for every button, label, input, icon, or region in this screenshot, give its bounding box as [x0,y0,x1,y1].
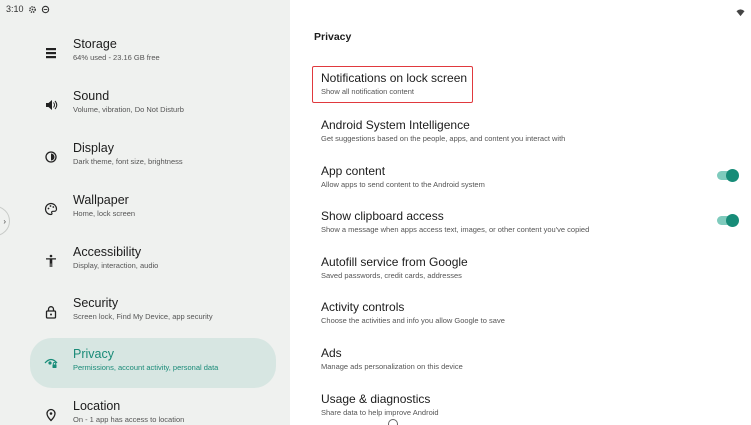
pref-title: Autofill service from Google [321,255,468,269]
pref-subtitle: Share data to help improve Android [321,408,439,417]
sidebar-item-title: Storage [73,37,117,51]
pref-title: Activity controls [321,300,405,314]
sidebar-item-subtitle: Volume, vibration, Do Not Disturb [73,105,184,114]
clipboard-access-toggle[interactable] [717,213,739,227]
brightness-icon [44,150,58,164]
toggle-knob [726,168,739,182]
status-time: 3:10 [6,4,24,14]
accessibility-icon [44,254,58,268]
sidebar-item-subtitle: On - 1 app has access to location [73,415,185,424]
sidebar-item-storage[interactable]: Storage 64% used - 23.16 GB free [30,28,276,78]
sidebar-item-subtitle: 64% used - 23.16 GB free [73,53,160,62]
pref-show-clipboard-access[interactable]: Show clipboard access Show a message whe… [321,209,751,245]
pref-title: App content [321,164,386,178]
pref-title: Ads [321,346,342,360]
pref-activity-controls[interactable]: Activity controls Choose the activities … [321,300,751,336]
sidebar-item-title: Privacy [73,347,114,361]
sidebar-item-accessibility[interactable]: Accessibility Display, interaction, audi… [30,236,276,286]
pref-subtitle: Get suggestions based on the people, app… [321,134,566,143]
sidebar-item-subtitle: Home, lock screen [73,209,136,218]
pref-subtitle: Choose the activities and info you allow… [321,316,505,325]
wifi-icon [736,9,745,17]
pref-subtitle: Allow apps to send content to the Androi… [321,180,485,189]
sidebar-item-subtitle: Display, interaction, audio [73,261,159,270]
sidebar-item-security[interactable]: Security Screen lock, Find My Device, ap… [30,287,276,337]
sidebar-item-subtitle: Dark theme, font size, brightness [73,157,183,166]
palette-icon [44,202,58,216]
status-icons [736,4,745,22]
pref-autofill-service[interactable]: Autofill service from Google Saved passw… [321,255,751,291]
chevron-right-icon: › [3,216,6,226]
gear-icon [28,5,36,13]
sync-icon [41,5,49,13]
pref-title: Notifications on lock screen [321,71,468,85]
pref-subtitle: Manage ads personalization on this devic… [321,362,463,371]
privacy-settings-pane: Privacy Notifications on lock screen Sho… [290,0,751,425]
volume-icon [44,98,58,112]
pref-subtitle: Saved passwords, credit cards, addresses [321,271,462,280]
sidebar-item-title: Display [73,141,114,155]
sidebar-item-title: Sound [73,89,110,103]
sidebar-item-privacy[interactable]: Privacy Permissions, account activity, p… [30,338,276,388]
sidebar-item-wallpaper[interactable]: Wallpaper Home, lock screen [30,184,276,234]
pref-title: Android System Intelligence [321,118,470,132]
location-pin-icon [44,408,58,422]
storage-icon [44,46,58,60]
app-content-toggle[interactable] [717,168,739,182]
pref-notifications-lock-screen[interactable]: Notifications on lock screen Show all no… [312,66,473,103]
page-title: Privacy [314,31,352,43]
sidebar-item-title: Location [73,399,121,413]
pref-title: Show clipboard access [321,209,444,223]
sidebar-item-subtitle: Screen lock, Find My Device, app securit… [73,312,213,321]
status-bar: 3:10 [0,0,290,18]
pref-usage-diagnostics[interactable]: Usage & diagnostics Share data to help i… [321,392,751,425]
sidebar-item-location[interactable]: Location On - 1 app has access to locati… [30,390,276,425]
sidebar-item-title: Security [73,296,119,310]
pref-subtitle: Show a message when apps access text, im… [321,225,590,234]
toggle-knob [726,213,739,227]
pref-app-content[interactable]: App content Allow apps to send content t… [321,164,751,200]
partial-circle-icon [388,419,398,425]
sidebar-item-subtitle: Permissions, account activity, personal … [73,363,219,372]
settings-sidebar: 3:10 › Storage 64% used - 23.16 GB free … [0,0,290,425]
sidebar-item-sound[interactable]: Sound Volume, vibration, Do Not Disturb [30,80,276,130]
privacy-eye-icon [44,356,58,370]
pref-ads[interactable]: Ads Manage ads personalization on this d… [321,346,751,382]
pref-title: Usage & diagnostics [321,392,431,406]
lock-icon [44,305,58,319]
sidebar-item-title: Wallpaper [73,193,129,207]
sidebar-item-display[interactable]: Display Dark theme, font size, brightnes… [30,132,276,182]
pref-android-system-intelligence[interactable]: Android System Intelligence Get suggesti… [321,118,751,154]
pref-subtitle: Show all notification content [321,87,414,96]
collapse-handle[interactable]: › [0,206,10,236]
sidebar-item-title: Accessibility [73,245,142,259]
